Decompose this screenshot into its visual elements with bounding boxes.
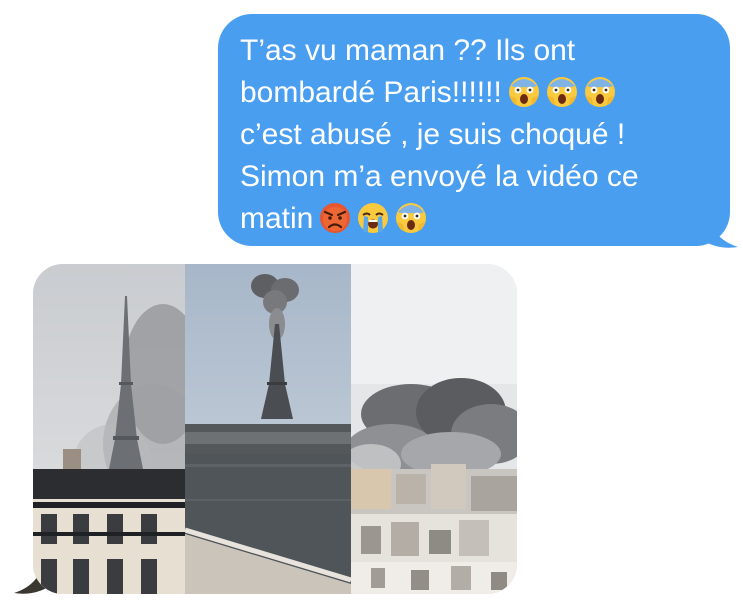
message-line-1: T’as vu maman ?? Ils ont (240, 34, 576, 67)
sent-bubble-tail (698, 210, 738, 248)
message-line-2-text: bombardé Paris!!!!!! (240, 76, 502, 109)
screaming-face-emoji (396, 203, 427, 233)
message-line-3: c’est abusé , je suis choqué ! (240, 118, 626, 151)
message-line-2: bombardé Paris!!!!!! (240, 72, 710, 114)
message-line-5: matin (240, 198, 710, 240)
eiffel-tower-explosion-photo (185, 264, 351, 594)
screaming-face-emoji (546, 77, 577, 107)
received-image-message[interactable] (33, 264, 517, 594)
screaming-face-emoji (584, 77, 615, 107)
angry-face-emoji (320, 203, 351, 233)
imessage-conversation: T’as vu maman ?? Ils ont bombardé Paris!… (0, 0, 743, 605)
message-line-5-text: matin (240, 202, 314, 235)
screaming-face-emoji (508, 77, 539, 107)
sent-message-bubble[interactable]: T’as vu maman ?? Ils ont bombardé Paris!… (218, 14, 730, 246)
message-line-4: Simon m’a envoyé la vidéo ce (240, 160, 639, 193)
crying-face-emoji (358, 203, 389, 233)
eiffel-tower-smoke-photo (33, 264, 185, 594)
paris-skyline-smoke-photo (351, 264, 517, 594)
